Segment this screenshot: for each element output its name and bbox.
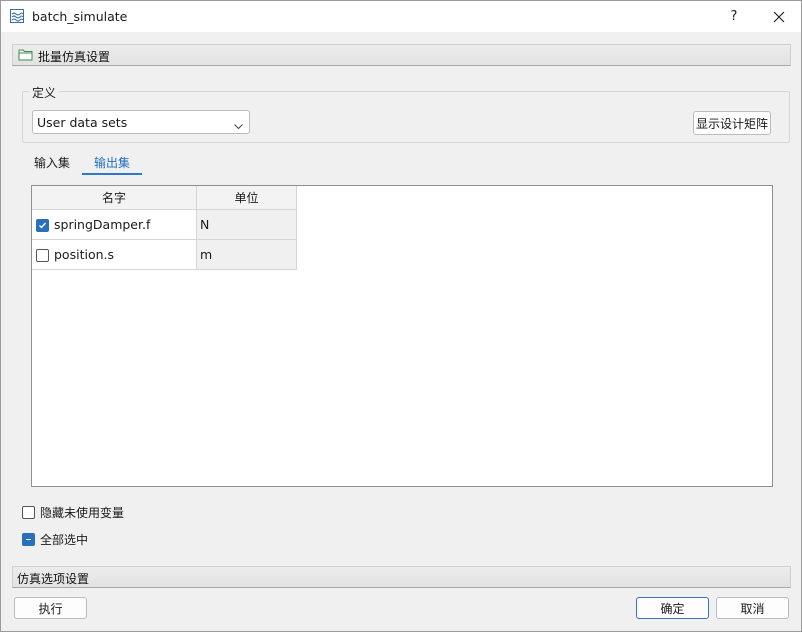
chevron-down-icon <box>234 119 243 130</box>
column-header-unit[interactable]: 单位 <box>197 186 297 210</box>
tab-output-set[interactable]: 输出集 <box>82 154 142 174</box>
close-icon <box>773 11 785 22</box>
help-button[interactable]: ? <box>717 1 751 32</box>
check-icon <box>39 222 47 229</box>
batch-settings-header[interactable]: 批量仿真设置 <box>12 44 791 66</box>
output-variables-table: 名字 单位 springDamper.f N position.s m <box>31 185 773 487</box>
cancel-button[interactable]: 取消 <box>716 597 789 619</box>
simulation-options-header[interactable]: 仿真选项设置 <box>12 566 791 588</box>
row-checkbox[interactable] <box>36 249 49 262</box>
dataset-select-value: User data sets <box>37 115 128 130</box>
row-checkbox[interactable] <box>36 219 49 232</box>
table-row[interactable]: position.s m <box>32 240 297 270</box>
variable-name-cell: position.s <box>32 240 197 270</box>
ok-button[interactable]: 确定 <box>636 597 709 619</box>
select-all-option[interactable]: 全部选中 <box>22 531 88 547</box>
variable-unit-cell: m <box>197 240 297 270</box>
window-title: batch_simulate <box>32 9 128 24</box>
definition-group-title: 定义 <box>29 84 60 101</box>
hide-unused-checkbox[interactable] <box>22 505 35 519</box>
variable-name-cell: springDamper.f <box>32 210 197 240</box>
title-bar: batch_simulate ? <box>1 1 801 32</box>
close-button[interactable] <box>761 1 797 32</box>
column-header-name[interactable]: 名字 <box>32 186 197 210</box>
batch-simulate-dialog: batch_simulate ? 批量仿真设置 定义 User data set… <box>0 0 802 632</box>
batch-settings-label: 批量仿真设置 <box>38 50 111 64</box>
active-tab-indicator <box>82 173 142 175</box>
hide-unused-option[interactable]: 隐藏未使用变量 <box>22 504 124 520</box>
run-button[interactable]: 执行 <box>14 597 87 619</box>
select-all-checkbox[interactable] <box>22 532 35 546</box>
variable-unit-cell: N <box>197 210 297 240</box>
show-design-matrix-button[interactable]: 显示设计矩阵 <box>693 111 771 135</box>
folder-icon <box>18 48 33 61</box>
select-all-label: 全部选中 <box>40 532 89 547</box>
simulation-options-label: 仿真选项设置 <box>17 572 90 586</box>
table-row[interactable]: springDamper.f N <box>32 210 297 240</box>
app-waveform-icon <box>10 9 24 23</box>
tab-input-set[interactable]: 输入集 <box>34 154 70 174</box>
hide-unused-label: 隐藏未使用变量 <box>40 505 125 520</box>
dataset-select[interactable]: User data sets <box>32 110 250 134</box>
